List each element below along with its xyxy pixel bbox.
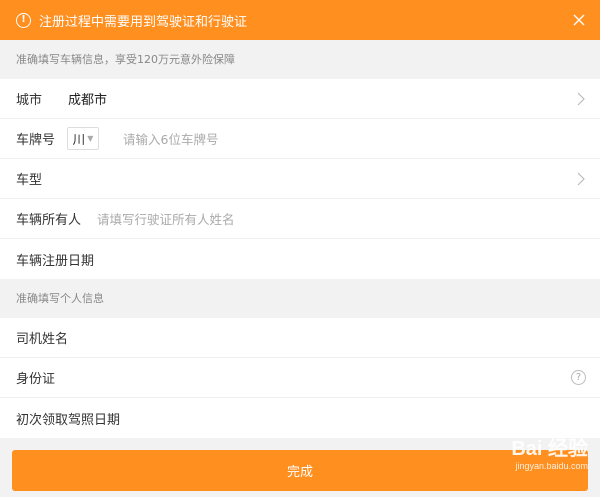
personal-form: 司机姓名 身份证 ? 初次领取驾照日期 <box>0 318 600 438</box>
plate-row: 车牌号 川 ▼ 请输入6位车牌号 <box>0 119 600 159</box>
id-label: 身份证 <box>16 372 56 387</box>
chevron-right-icon <box>576 172 586 186</box>
city-value: 成都市 <box>68 93 108 108</box>
watermark: Bai 经验 jingyan.baidu.com <box>511 432 588 471</box>
help-icon[interactable]: ? <box>571 370 586 385</box>
personal-section-header: 准确填写个人信息 <box>0 279 600 318</box>
warning-icon: ! <box>16 12 31 28</box>
vehicle-form: 城市 成都市 车牌号 川 ▼ 请输入6位车牌号 车型 车辆所有人 请填写行驶证所… <box>0 79 600 279</box>
id-row[interactable]: 身份证 ? <box>0 358 600 398</box>
register-date-row[interactable]: 车辆注册日期 <box>0 239 600 279</box>
watermark-logo: Bai 经验 <box>511 438 588 460</box>
model-label: 车型 <box>16 173 43 188</box>
caret-down-icon: ▼ <box>87 134 94 143</box>
driver-name-row[interactable]: 司机姓名 <box>0 318 600 358</box>
chevron-right-icon <box>576 92 586 106</box>
plate-label: 车牌号 <box>16 133 56 148</box>
register-date-label: 车辆注册日期 <box>16 253 95 269</box>
driver-name-label: 司机姓名 <box>16 332 69 347</box>
model-row[interactable]: 车型 <box>0 159 600 199</box>
plate-number-input[interactable]: 请输入6位车牌号 <box>123 129 218 148</box>
city-label: 城市 <box>16 93 43 108</box>
watermark-url: jingyan.baidu.com <box>515 461 588 471</box>
plate-province-select[interactable]: 川 ▼ <box>67 127 100 150</box>
license-date-row[interactable]: 初次领取驾照日期 <box>0 398 600 438</box>
license-date-label: 初次领取驾照日期 <box>16 412 121 428</box>
owner-label: 车辆所有人 <box>16 213 82 228</box>
city-row[interactable]: 城市 成都市 <box>0 79 600 119</box>
submit-button[interactable]: 完成 <box>12 450 588 491</box>
owner-row: 车辆所有人 请填写行驶证所有人姓名 <box>0 199 600 239</box>
notice-text: 注册过程中需要用到驾驶证和行驶证 <box>39 14 248 30</box>
owner-name-input[interactable]: 请填写行驶证所有人姓名 <box>97 209 235 228</box>
vehicle-section-header: 准确填写车辆信息，享受120万元意外险保障 <box>0 40 600 79</box>
plate-province-value: 川 <box>72 132 86 147</box>
notice-banner: ! 注册过程中需要用到驾驶证和行驶证 <box>0 0 600 40</box>
close-icon[interactable] <box>572 13 586 27</box>
